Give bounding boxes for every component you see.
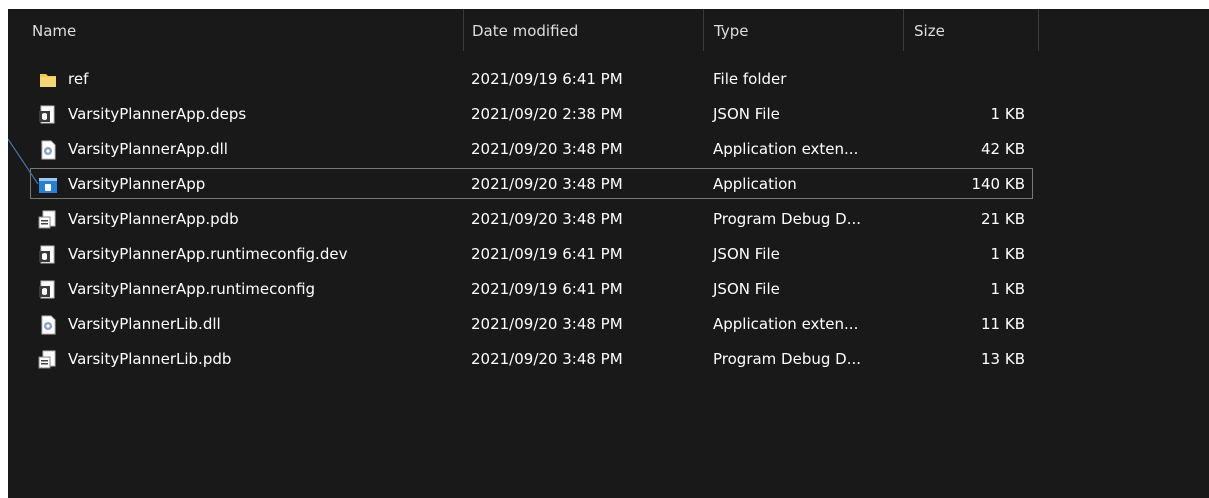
column-divider[interactable]	[703, 9, 704, 51]
column-divider[interactable]	[903, 9, 904, 51]
column-header-name[interactable]: Name	[8, 9, 463, 51]
column-divider[interactable]	[1038, 9, 1039, 51]
file-type: Application exten...	[713, 140, 859, 158]
file-date-modified: 2021/09/20 3:48 PM	[471, 210, 623, 228]
file-name: VarsityPlannerApp.pdb	[68, 210, 239, 228]
folder-icon	[38, 70, 58, 90]
file-name: VarsityPlannerApp.dll	[68, 140, 228, 158]
file-row[interactable]: VarsityPlannerApp.pdb 2021/09/20 3:48 PM…	[8, 202, 1209, 237]
file-row[interactable]: VarsityPlannerApp.dll 2021/09/20 3:48 PM…	[8, 132, 1209, 167]
file-date-modified: 2021/09/19 6:41 PM	[471, 70, 623, 88]
file-name: VarsityPlannerLib.pdb	[68, 350, 232, 368]
file-size: 140 KB	[971, 175, 1025, 193]
json-file-icon	[38, 245, 58, 265]
file-row[interactable]: VarsityPlannerApp.runtimeconfig.dev 2021…	[8, 237, 1209, 272]
file-rows: ref 2021/09/19 6:41 PM File folder Varsi…	[8, 62, 1209, 377]
column-header-date-modified[interactable]: Date modified	[463, 9, 703, 51]
column-header-size[interactable]: Size	[903, 9, 1038, 51]
file-row[interactable]: VarsityPlannerLib.dll 2021/09/20 3:48 PM…	[8, 307, 1209, 342]
file-row[interactable]: VarsityPlannerLib.pdb 2021/09/20 3:48 PM…	[8, 342, 1209, 377]
file-date-modified: 2021/09/19 6:41 PM	[471, 280, 623, 298]
file-name: VarsityPlannerApp.runtimeconfig	[68, 280, 316, 298]
json-file-icon	[38, 105, 58, 125]
dll-file-icon	[38, 140, 58, 160]
file-name: ref	[68, 70, 89, 88]
file-type: File folder	[713, 70, 787, 88]
column-divider[interactable]	[463, 9, 464, 51]
dll-file-icon	[38, 315, 58, 335]
file-name: VarsityPlannerApp.deps	[68, 105, 247, 123]
file-date-modified: 2021/09/20 2:38 PM	[471, 105, 623, 123]
file-type: JSON File	[713, 245, 780, 263]
file-size: 1 KB	[990, 245, 1025, 263]
file-date-modified: 2021/09/20 3:48 PM	[471, 315, 623, 333]
file-type: Program Debug D...	[713, 350, 862, 368]
file-date-modified: 2021/09/20 3:48 PM	[471, 350, 623, 368]
pdb-file-icon	[38, 350, 58, 370]
file-type: Application	[713, 175, 797, 193]
file-date-modified: 2021/09/19 6:41 PM	[471, 245, 623, 263]
file-size: 21 KB	[981, 210, 1025, 228]
screenshot-stage: Name Date modified Type Size ˄ ref 2021/…	[0, 0, 1209, 498]
file-size: 1 KB	[990, 105, 1025, 123]
sort-caret-icon: ˄	[236, 9, 241, 14]
json-file-icon	[38, 280, 58, 300]
file-row[interactable]: ref 2021/09/19 6:41 PM File folder	[8, 62, 1209, 97]
file-name: VarsityPlannerLib.dll	[68, 315, 221, 333]
file-name: VarsityPlannerApp	[68, 175, 206, 193]
file-date-modified: 2021/09/20 3:48 PM	[471, 140, 623, 158]
file-row[interactable]: VarsityPlannerApp.runtimeconfig 2021/09/…	[8, 272, 1209, 307]
file-type: JSON File	[713, 280, 780, 298]
file-size: 13 KB	[981, 350, 1025, 368]
file-size: 1 KB	[990, 280, 1025, 298]
file-name: VarsityPlannerApp.runtimeconfig.dev	[68, 245, 348, 263]
file-size	[913, 62, 1025, 97]
file-type: Application exten...	[713, 315, 859, 333]
column-header-bar: Name Date modified Type Size ˄	[8, 9, 1209, 51]
file-size: 42 KB	[981, 140, 1025, 158]
file-size: 11 KB	[981, 315, 1025, 333]
file-row-selected[interactable]: VarsityPlannerApp 2021/09/20 3:48 PM App…	[8, 167, 1209, 202]
file-explorer-list: Name Date modified Type Size ˄ ref 2021/…	[8, 9, 1209, 498]
file-type: Program Debug D...	[713, 210, 862, 228]
file-date-modified: 2021/09/20 3:48 PM	[471, 175, 623, 193]
column-header-type[interactable]: Type	[703, 9, 903, 51]
file-row[interactable]: VarsityPlannerApp.deps 2021/09/20 2:38 P…	[8, 97, 1209, 132]
pdb-file-icon	[38, 210, 58, 230]
application-icon	[38, 175, 58, 195]
file-type: JSON File	[713, 105, 780, 123]
